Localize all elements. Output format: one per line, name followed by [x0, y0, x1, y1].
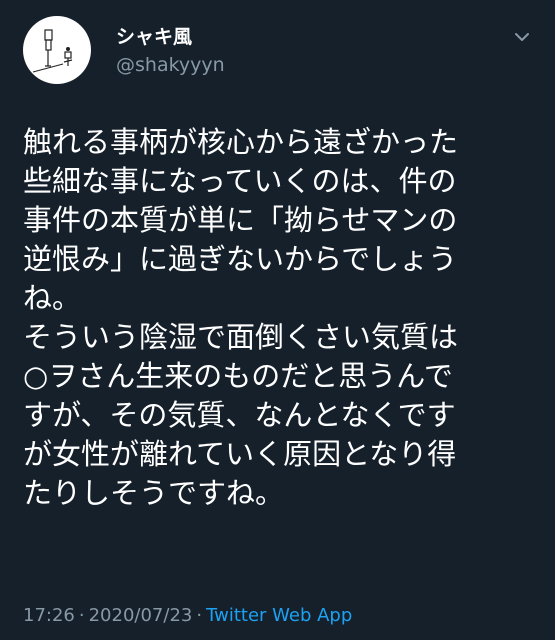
tweet-text: 触れる事柄が核心から遠ざかった 些細な事になっていくのは、件の 事件の本質が単に… — [23, 123, 533, 513]
tweet-text-line: 事件の本質が単に「拗らせマンの — [23, 203, 458, 237]
avatar-drawing-icon — [32, 29, 73, 73]
tweet-text-line: ね。 — [23, 281, 82, 315]
tweet-text-line: たりしそうですね。 — [23, 476, 285, 510]
tweet-text-line: が女性が離れていく原因となり得 — [23, 437, 457, 471]
avatar[interactable] — [23, 16, 91, 84]
tweet-text-line: 些細な事になっていくのは、件の — [23, 164, 457, 198]
user-handle[interactable]: @shakyyyn — [116, 54, 225, 76]
tweet-card: シャキ風 @shakyyyn 触れる事柄が核心から遠ざかった 些細な事になってい… — [0, 0, 555, 640]
tweet-text-line: ○ヲさん生来のものだと思うんで — [23, 359, 453, 393]
meta-separator: · — [196, 605, 203, 626]
display-name[interactable]: シャキ風 — [116, 22, 192, 49]
tweet-text-line: そういう陰湿で面倒くさい気質は — [23, 320, 459, 354]
tweet-text-line: 逆恨み」に過ぎないからでしょう — [23, 242, 458, 276]
tweet-text-line: 触れる事柄が核心から遠ざかった — [23, 125, 459, 159]
meta-separator: · — [78, 605, 85, 626]
tweet-header: シャキ風 @shakyyyn — [23, 16, 533, 86]
chevron-down-icon[interactable] — [511, 26, 533, 48]
tweet-date[interactable]: 2020/07/23 — [89, 605, 193, 626]
tweet-source-link[interactable]: Twitter Web App — [206, 605, 352, 626]
tweet-meta: 17:26 · 2020/07/23 · Twitter Web App — [23, 605, 352, 626]
tweet-time[interactable]: 17:26 — [23, 605, 75, 626]
tweet-text-line: すが、その気質、なんとなくです — [23, 398, 456, 432]
